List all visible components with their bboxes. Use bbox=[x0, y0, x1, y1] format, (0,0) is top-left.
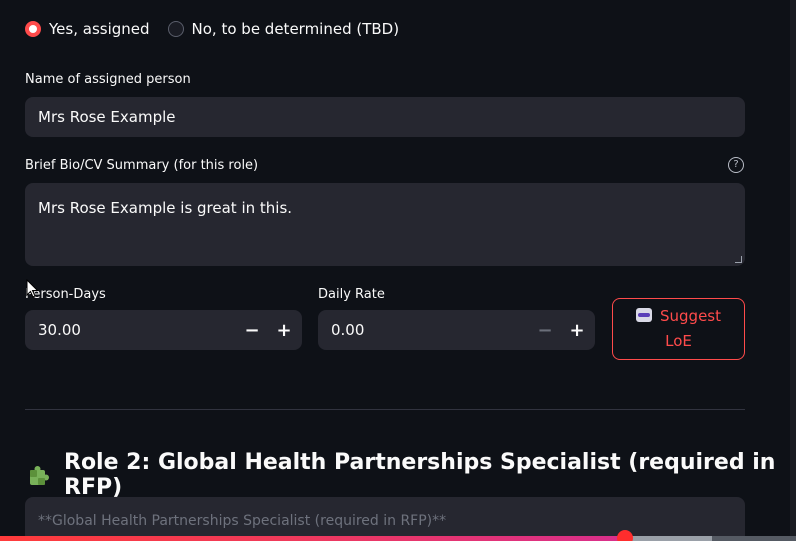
bio-textarea-value: Mrs Rose Example is great in this. bbox=[38, 199, 293, 217]
radio-yes-assigned[interactable]: Yes, assigned bbox=[25, 20, 150, 38]
assignment-radio-group: Yes, assigned No, to be determined (TBD) bbox=[25, 20, 417, 38]
puzzle-piece-icon bbox=[28, 463, 52, 487]
person-days-decrement-button[interactable]: − bbox=[237, 310, 267, 350]
role-2-description-value: **Global Health Partnerships Specialist … bbox=[38, 513, 447, 529]
daily-rate-label: Daily Rate bbox=[318, 287, 385, 302]
robot-icon bbox=[636, 308, 652, 322]
section-divider bbox=[25, 409, 745, 410]
daily-rate-decrement-button[interactable]: − bbox=[530, 310, 560, 350]
suggest-loe-button[interactable]: Suggest LoE bbox=[612, 298, 745, 360]
suggest-label-line2: LoE bbox=[665, 332, 692, 350]
radio-no-tbd[interactable]: No, to be determined (TBD) bbox=[167, 20, 400, 38]
radio-no-label: No, to be determined (TBD) bbox=[191, 20, 400, 38]
person-days-increment-button[interactable]: + bbox=[269, 310, 299, 350]
suggest-label-line1: Suggest bbox=[660, 307, 721, 325]
role-2-title: Role 2: Global Health Partnerships Speci… bbox=[64, 450, 776, 500]
role-2-heading: Role 2: Global Health Partnerships Speci… bbox=[28, 450, 796, 500]
name-input[interactable]: Mrs Rose Example bbox=[25, 97, 745, 137]
daily-rate-input[interactable]: 0.00 − + bbox=[318, 310, 595, 350]
radio-selected-indicator bbox=[25, 21, 41, 37]
person-days-input[interactable]: 30.00 − + bbox=[25, 310, 302, 350]
role-2-description-input[interactable]: **Global Health Partnerships Specialist … bbox=[25, 497, 745, 541]
name-input-value: Mrs Rose Example bbox=[38, 108, 176, 126]
radio-yes-label: Yes, assigned bbox=[49, 20, 150, 38]
video-buffered-bar bbox=[625, 536, 712, 541]
question-circle-icon[interactable]: ? bbox=[728, 157, 744, 173]
page: Yes, assigned No, to be determined (TBD)… bbox=[0, 0, 796, 541]
bio-field-label: Brief Bio/CV Summary (for this role) bbox=[25, 158, 259, 173]
video-scrubber-handle[interactable] bbox=[617, 530, 633, 541]
mouse-cursor-icon bbox=[26, 279, 39, 298]
radio-unselected-indicator bbox=[167, 21, 184, 37]
video-progress-bar[interactable] bbox=[0, 530, 796, 541]
name-field-label: Name of assigned person bbox=[25, 72, 191, 87]
scrollbar-track[interactable] bbox=[790, 0, 796, 541]
bio-textarea[interactable]: Mrs Rose Example is great in this. bbox=[25, 183, 745, 266]
daily-rate-value: 0.00 bbox=[331, 321, 365, 339]
daily-rate-increment-button[interactable]: + bbox=[562, 310, 592, 350]
video-played-bar bbox=[0, 536, 625, 541]
resize-grip-icon[interactable] bbox=[735, 256, 742, 263]
person-days-value: 30.00 bbox=[38, 321, 81, 339]
